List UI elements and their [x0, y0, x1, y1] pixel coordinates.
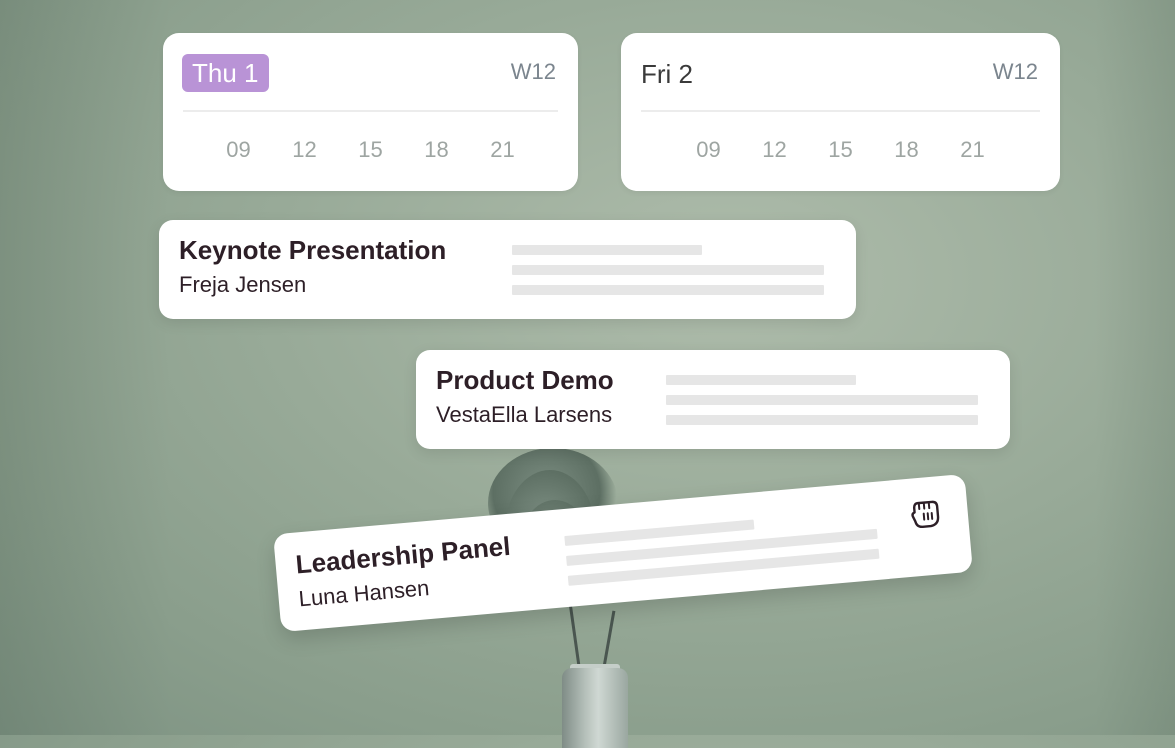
day-card-fri: Fri 2 W12 09 12 15 18 21: [621, 33, 1060, 191]
hour-label: 09: [696, 137, 721, 162]
day-title-selected[interactable]: Thu 1: [182, 54, 269, 92]
week-label: W12: [992, 59, 1038, 84]
event-card-product-demo[interactable]: Product Demo VestaElla Larsens: [416, 350, 1010, 449]
hour-label: 12: [292, 137, 317, 162]
day-card-thu: Thu 1 W12 09 12 15 18 21: [163, 33, 578, 191]
event-card-leadership-panel[interactable]: Leadership Panel Luna Hansen: [273, 473, 973, 633]
hour-label: 18: [424, 137, 449, 162]
hour-label: 21: [490, 137, 515, 162]
grab-hand-icon: [904, 492, 947, 535]
divider: [183, 110, 558, 112]
week-label: W12: [510, 59, 556, 84]
placeholder-line: [512, 265, 824, 275]
background-shade-left: [0, 0, 170, 735]
event-title: Product Demo: [436, 365, 614, 395]
event-person: Luna Hansen: [297, 575, 431, 612]
hour-scale: 09 12 15 18 21: [163, 137, 578, 163]
day-title[interactable]: Fri 2: [641, 55, 693, 93]
event-title: Leadership Panel: [294, 530, 512, 580]
placeholder-line: [666, 395, 978, 405]
hour-scale: 09 12 15 18 21: [621, 137, 1060, 163]
placeholder-line: [512, 245, 702, 255]
event-person: VestaElla Larsens: [436, 402, 613, 427]
hour-label: 12: [762, 137, 787, 162]
placeholder-line: [666, 375, 856, 385]
placeholder-line: [512, 285, 824, 295]
hour-label: 15: [358, 137, 383, 162]
hour-label: 09: [226, 137, 251, 162]
placeholder-line: [666, 415, 978, 425]
hour-label: 18: [894, 137, 919, 162]
divider: [641, 110, 1040, 112]
hour-label: 15: [828, 137, 853, 162]
event-title: Keynote Presentation: [179, 235, 447, 265]
hour-label: 21: [960, 137, 985, 162]
background-shade-right: [1095, 0, 1175, 735]
event-person: Freja Jensen: [179, 272, 307, 297]
event-card-keynote[interactable]: Keynote Presentation Freja Jensen: [159, 220, 856, 319]
